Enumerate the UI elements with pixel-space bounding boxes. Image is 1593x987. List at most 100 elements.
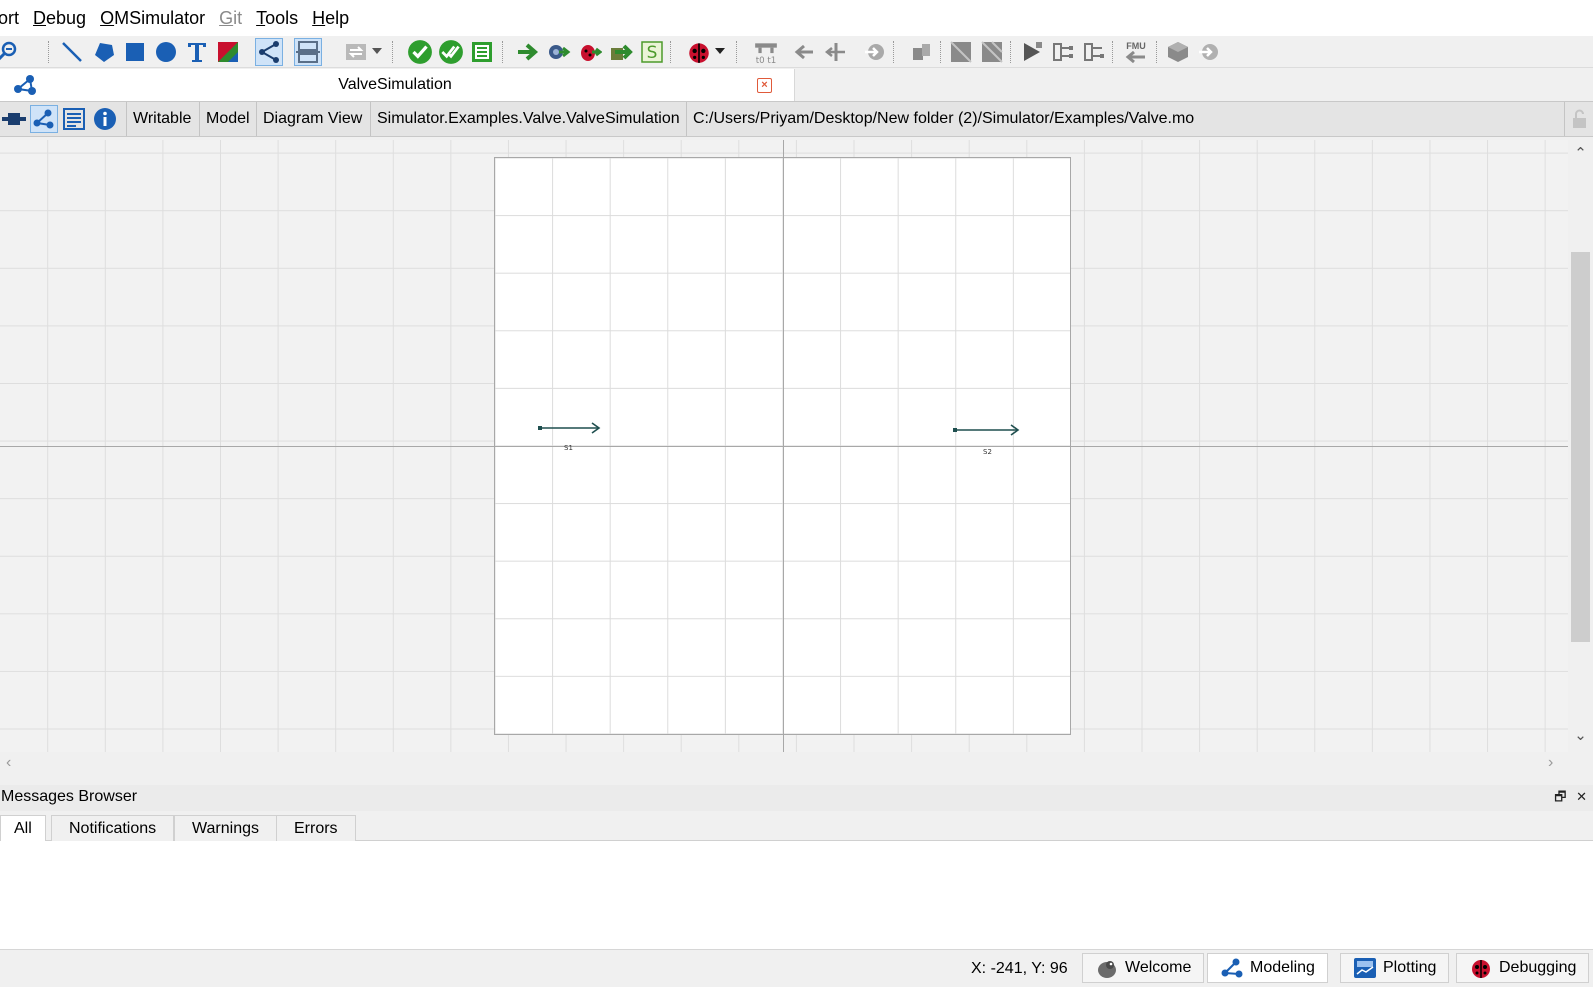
restriction-label: Model [199,102,256,136]
modeling-perspective-button[interactable]: Modeling [1207,953,1328,983]
debugging-perspective-button[interactable]: Debugging [1456,953,1590,983]
component-s1-label: S1 [564,444,573,452]
debugger-icon[interactable] [685,38,713,66]
document-tab-bar: ValveSimulation × [0,69,1593,101]
float-icon[interactable]: 🗗 [1554,789,1566,804]
tab-warnings[interactable]: Warnings [174,815,277,842]
view-type-label: Diagram View [256,102,368,136]
modeling-icon [1221,958,1243,978]
axis-horizontal [0,446,1568,447]
toolbar-separator [392,41,393,63]
menu-export[interactable]: ort [0,0,26,36]
welcome-label: Welcome [1125,959,1192,976]
messages-browser-title: Messages Browser [1,788,138,805]
chevron-down-icon[interactable] [715,48,725,54]
check-model-icon[interactable] [406,38,434,66]
component-s1[interactable] [537,420,603,440]
main-toolbar: S t0 t1 FMU [0,36,1593,68]
cube-icon[interactable] [1164,38,1192,66]
chevron-left-icon[interactable]: ‹ [6,752,11,774]
menu-bar: ort Debug OMSimulator Git Tools Help [0,0,1593,36]
chevron-right-icon[interactable]: › [1548,752,1553,774]
toolbar-separator [48,41,49,63]
menu-help[interactable]: Help [305,0,356,36]
transition-mode-icon[interactable] [294,38,322,66]
welcome-icon [1098,961,1116,978]
component-s2-label: S2 [983,448,992,456]
step-back-icon[interactable] [791,38,819,66]
omedit-window: ort Debug OMSimulator Git Tools Help S t… [0,0,1593,987]
messages-browser-header: Messages Browser 🗗 ✕ [0,785,1593,811]
toolbar-separator [1010,41,1011,63]
tab-title: ValveSimulation [338,76,452,93]
plotting-icon [1354,958,1376,978]
fmu-export-icon[interactable]: FMU [1122,38,1150,66]
text-icon[interactable] [183,38,211,66]
run-icon[interactable] [1018,38,1046,66]
swap-icon[interactable] [342,38,370,66]
connect-mode-icon[interactable] [255,38,283,66]
axis-vertical [783,140,784,752]
network-icon[interactable] [1049,38,1077,66]
horizontal-scrollbar[interactable]: ‹ › [0,752,1568,774]
network-alt-icon[interactable] [1080,38,1108,66]
close-icon[interactable]: × [757,78,772,93]
menu-omsimulator[interactable]: OMSimulator [93,0,212,36]
tab-errors[interactable]: Errors [276,815,356,842]
tab-all[interactable]: All [0,815,46,843]
simulate-setup-icon[interactable] [545,38,573,66]
toolbar-separator [1112,41,1113,63]
info-icon[interactable] [91,105,119,133]
forward-icon[interactable] [1195,38,1223,66]
zoom-out-icon[interactable] [0,38,20,66]
status-bar: X: -241, Y: 96 Welcome Modeling Plotting… [0,949,1593,987]
transformational-debug-icon[interactable] [861,38,889,66]
welcome-perspective-button[interactable]: Welcome [1082,953,1205,983]
polygon-icon[interactable] [90,38,118,66]
debugging-icon [1472,960,1490,978]
instantiate-model-icon[interactable] [468,38,496,66]
simulate-icon[interactable] [514,38,542,66]
menu-git[interactable]: Git [212,0,249,36]
diagram-view-icon[interactable] [30,105,58,133]
menu-tools[interactable]: Tools [249,0,305,36]
messages-list[interactable] [0,841,1593,949]
tab-valvesimulation[interactable]: ValveSimulation × [0,69,795,101]
bitmap-icon[interactable] [214,38,242,66]
ellipse-icon[interactable] [152,38,180,66]
step-forward-icon[interactable] [822,38,850,66]
check-all-models-icon[interactable] [437,38,465,66]
lock-icon[interactable] [1564,102,1593,136]
close-icon[interactable]: ✕ [1576,789,1587,804]
diagram-canvas[interactable]: S1 S2 [0,140,1568,752]
export-icon[interactable] [947,38,975,66]
chevron-down-icon[interactable]: ⌄ [1568,726,1593,744]
fmu-label: FMU [1126,41,1146,51]
svg-text:S: S [647,43,658,63]
simulate-animate-icon[interactable] [607,38,635,66]
line-icon[interactable] [58,38,86,66]
chevron-up-icon[interactable]: ⌃ [1568,144,1593,162]
icon-view-icon[interactable] [0,105,28,133]
chevron-down-icon[interactable] [372,48,382,54]
plotting-label: Plotting [1383,959,1437,976]
t0-t1-label: t0 t1 [756,56,777,65]
scrollbar-thumb[interactable] [1571,252,1590,642]
messages-tab-bar: All Notifications Warnings Errors [0,811,1593,843]
toolbar-separator [940,41,941,63]
debugging-label: Debugging [1499,959,1577,976]
component-s2[interactable] [952,422,1022,442]
simulate-debug-icon[interactable] [576,38,604,66]
text-view-icon[interactable] [60,105,88,133]
vertical-scrollbar[interactable]: ⌃ ⌄ [1568,140,1593,752]
interactive-simulation-icon[interactable]: t0 t1 [752,38,780,66]
plotting-perspective-button[interactable]: Plotting [1340,953,1450,983]
simulation-script-icon[interactable]: S [638,38,666,66]
rectangle-icon[interactable] [121,38,149,66]
file-path-label: C:/Users/Priyam/Desktop/New folder (2)/S… [686,102,1200,136]
toolbar-separator [502,41,503,63]
tab-notifications[interactable]: Notifications [51,815,175,842]
menu-debug[interactable]: Debug [26,0,93,36]
export-xml-icon[interactable] [978,38,1006,66]
fmu-import-icon[interactable] [908,38,936,66]
